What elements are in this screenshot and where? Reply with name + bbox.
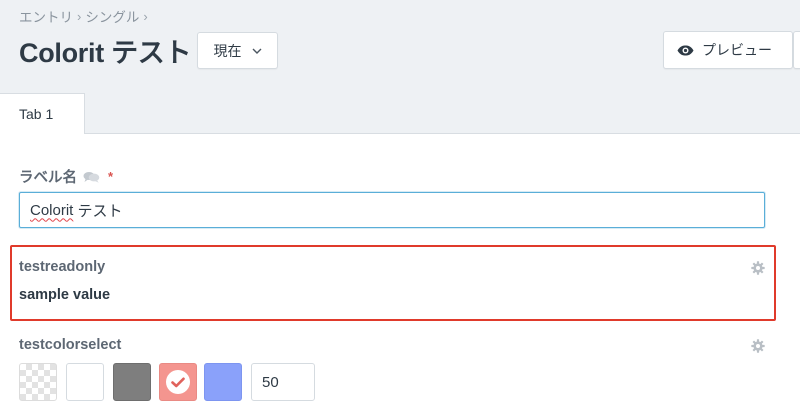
breadcrumb: エントリ › シングル › xyxy=(19,6,152,26)
color-swatch-white[interactable] xyxy=(66,363,104,401)
gear-icon[interactable] xyxy=(751,339,765,353)
check-icon xyxy=(166,370,190,394)
chevron-down-icon xyxy=(252,48,262,54)
comment-icon[interactable] xyxy=(83,171,100,183)
title-input-word: Colorit xyxy=(30,201,74,219)
breadcrumb-item-single[interactable]: シングル xyxy=(85,6,139,26)
preview-label: プレビュー xyxy=(702,42,772,58)
color-swatch-transparent[interactable] xyxy=(19,363,57,401)
opacity-value: 50 xyxy=(262,373,279,391)
preview-button[interactable]: プレビュー xyxy=(663,31,793,69)
highlight-box xyxy=(10,245,776,321)
color-swatch-blue[interactable] xyxy=(204,363,242,401)
field-label-testreadonly: testreadonly xyxy=(19,259,106,275)
title-input-rest: テスト xyxy=(73,202,123,220)
breadcrumb-separator: › xyxy=(143,8,148,24)
title-input[interactable]: Colorit テスト xyxy=(19,192,765,228)
opacity-input[interactable]: 50 xyxy=(251,363,315,401)
color-swatch-red[interactable] xyxy=(159,363,197,401)
revision-dropdown[interactable]: 現在 xyxy=(197,32,278,69)
breadcrumb-separator: › xyxy=(77,8,82,24)
field-label-name: ラベル名 * xyxy=(19,166,113,187)
gear-icon[interactable] xyxy=(751,261,765,275)
revision-label: 現在 xyxy=(213,42,242,59)
color-swatch-gray[interactable] xyxy=(113,363,151,401)
eye-icon xyxy=(677,45,694,56)
tab-1[interactable]: Tab 1 xyxy=(0,93,85,134)
readonly-value: sample value xyxy=(19,287,111,303)
required-mark: * xyxy=(108,169,114,184)
field-label-testcolorselect: testcolorselect xyxy=(19,337,122,353)
tab-label: Tab 1 xyxy=(19,106,54,122)
label-name-text: ラベル名 xyxy=(19,170,77,186)
more-actions-button[interactable] xyxy=(793,31,800,69)
page-title: Colorit テスト xyxy=(19,38,192,68)
breadcrumb-item-entry[interactable]: エントリ xyxy=(19,6,73,26)
